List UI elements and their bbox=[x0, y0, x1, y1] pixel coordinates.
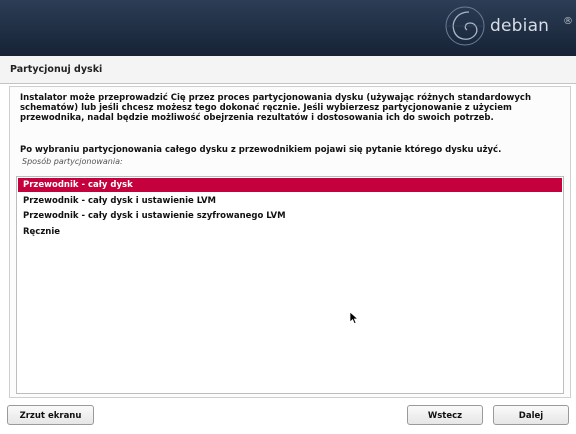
list-item-guided-encrypted-lvm[interactable]: Przewodnik - cały dysk i ustawienie szyf… bbox=[18, 209, 562, 223]
partition-method-list[interactable]: Przewodnik - cały dysk Przewodnik - cały… bbox=[16, 176, 564, 394]
dialog-description-secondary: Po wybraniu partycjonowania całego dysku… bbox=[20, 145, 502, 155]
mouse-pointer-icon bbox=[349, 311, 359, 325]
debian-logo-text: debian bbox=[490, 16, 550, 36]
dialog-title-bar: Partycjonuj dyski bbox=[0, 56, 576, 84]
back-button[interactable]: Wstecz bbox=[407, 405, 483, 425]
list-item-manual[interactable]: Ręcznie bbox=[18, 225, 562, 239]
options-prompt: Sposób partycjonowania: bbox=[22, 157, 123, 166]
dialog-description: Instalator może przeprowadzić Cię przez … bbox=[20, 93, 531, 123]
debian-banner: debian ® bbox=[0, 0, 576, 56]
dialog-content: Instalator może przeprowadzić Cię przez … bbox=[9, 86, 571, 398]
debian-swirl-icon bbox=[445, 6, 485, 46]
screenshot-button[interactable]: Zrzut ekranu bbox=[7, 405, 94, 425]
page-title: Partycjonuj dyski bbox=[10, 64, 103, 75]
next-button[interactable]: Dalej bbox=[493, 405, 569, 425]
list-item-guided-lvm[interactable]: Przewodnik - cały dysk i ustawienie LVM bbox=[18, 194, 562, 208]
debian-logo-mark: ® bbox=[563, 16, 573, 27]
list-item-guided-entire-disk[interactable]: Przewodnik - cały dysk bbox=[18, 178, 562, 192]
